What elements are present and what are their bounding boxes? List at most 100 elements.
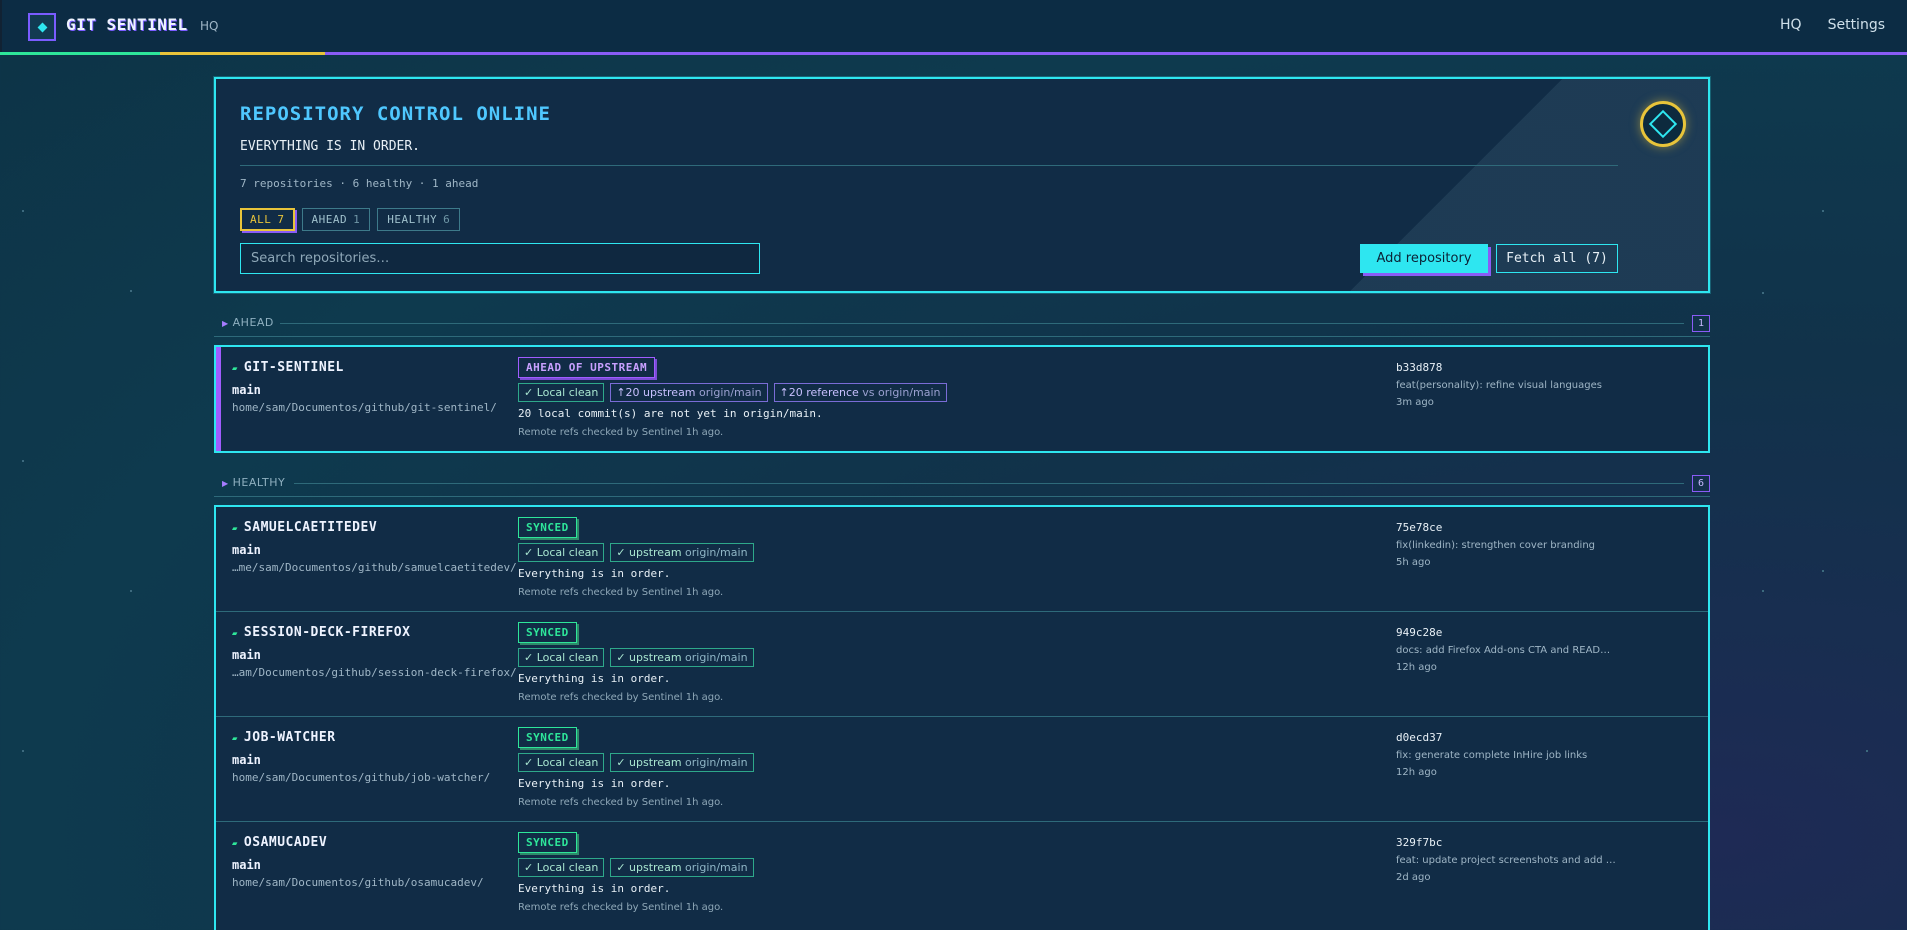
repo-name: ▰ SAMUELCAETITEDEV: [232, 520, 378, 535]
reference-tag: ↑20 reference vs origin/main: [773, 383, 947, 402]
background-dot: [1822, 570, 1824, 572]
upstream-tag: ✓ upstream origin/main: [610, 648, 754, 667]
last-commit: 329f7bc feat: update project screenshots…: [1396, 836, 1626, 883]
filter-ahead-chip[interactable]: AHEAD 1: [301, 208, 371, 231]
last-commit: 949c28e docs: add Firefox Add-ons CTA an…: [1396, 626, 1626, 673]
status-badge: SYNCED: [518, 832, 577, 853]
status-strip: [0, 52, 1907, 55]
repo-path: …me/sam/Documentos/github/samuelcaetited…: [232, 561, 517, 574]
filter-chips: ALL 7 AHEAD 1 HEALTHY 6: [240, 208, 461, 231]
section-count: 1: [1692, 315, 1710, 332]
repo-message: Everything is in order.: [518, 672, 671, 685]
commit-time: 12h ago: [1396, 662, 1437, 673]
remote-check-note: Remote refs checked by Sentinel 1h ago.: [518, 427, 724, 438]
collapse-triangle-icon: ▶: [222, 319, 229, 328]
background-dot: [22, 210, 24, 212]
repo-stats: 7 repositories · 6 healthy · 1 ahead: [240, 177, 479, 190]
background-dot: [1762, 590, 1764, 592]
local-clean-tag: ✓ Local clean: [518, 383, 605, 402]
remote-check-note: Remote refs checked by Sentinel 1h ago.: [518, 692, 724, 703]
repo-tags: ✓ Local clean ✓ upstream origin/main: [518, 648, 754, 667]
last-commit: 75e78ce fix(linkedin): strengthen cover …: [1396, 521, 1626, 568]
commit-message: feat(personality): refine visual languag…: [1396, 380, 1602, 391]
fetch-all-button[interactable]: Fetch all (7): [1496, 244, 1618, 273]
background-dot: [22, 750, 24, 752]
commit-sha: 329f7bc: [1396, 836, 1443, 849]
upstream-tag: ✓ upstream origin/main: [610, 753, 754, 772]
repo-card[interactable]: ▰ JOB-WATCHER main home/sam/Documentos/gi…: [216, 717, 1708, 822]
repo-tags: ✓ Local clean ✓ upstream origin/main: [518, 753, 754, 772]
status-badge: AHEAD OF UPSTREAM: [518, 357, 656, 378]
local-clean-tag: ✓ Local clean: [518, 543, 605, 562]
repo-tags: ✓ Local clean ✓ upstream origin/main: [518, 543, 754, 562]
logo-icon[interactable]: [28, 13, 56, 41]
commit-sha: 949c28e: [1396, 626, 1443, 639]
nav-settings-link[interactable]: Settings: [1828, 17, 1885, 33]
commit-message: fix: generate complete InHire job links: [1396, 750, 1588, 761]
leaf-icon: ▰: [232, 734, 238, 744]
repo-name: ▰ JOB-WATCHER: [232, 730, 336, 745]
commit-sha: d0ecd37: [1396, 731, 1443, 744]
brand-subtitle: HQ: [200, 19, 219, 33]
collapse-triangle-icon: ▶: [222, 479, 229, 488]
status-badge: SYNCED: [518, 622, 577, 643]
last-commit: d0ecd37 fix: generate complete InHire jo…: [1396, 731, 1626, 778]
section-header-ahead[interactable]: ▶ AHEAD 1: [214, 314, 1710, 332]
repo-branch: main: [232, 858, 261, 872]
repo-list-ahead: ▰ GIT-SENTINEL main home/sam/Documentos/g…: [214, 345, 1710, 453]
repo-message: 20 local commit(s) are not yet in origin…: [518, 407, 823, 420]
repo-tags: ✓ Local clean ↑20 upstream origin/main ↑…: [518, 383, 947, 402]
local-clean-tag: ✓ Local clean: [518, 753, 605, 772]
remote-check-note: Remote refs checked by Sentinel 1h ago.: [518, 797, 724, 808]
repo-tags: ✓ Local clean ✓ upstream origin/main: [518, 858, 754, 877]
repo-card[interactable]: ▰ OSAMUCADEV main home/sam/Documentos/git…: [216, 822, 1708, 927]
upstream-tag: ✓ upstream origin/main: [610, 858, 754, 877]
top-navbar: GIT SENTINEL HQ HQ Settings: [0, 0, 1907, 52]
commit-message: fix(linkedin): strengthen cover branding: [1396, 540, 1596, 551]
background-dot: [22, 460, 24, 462]
repo-list-healthy: ▰ SAMUELCAETITEDEV main …me/sam/Documento…: [214, 505, 1710, 930]
commit-time: 2d ago: [1396, 872, 1431, 883]
repo-path: home/sam/Documentos/github/job-watcher/: [232, 771, 491, 784]
status-badge: SYNCED: [518, 517, 577, 538]
local-clean-tag: ✓ Local clean: [518, 648, 605, 667]
repo-message: Everything is in order.: [518, 777, 671, 790]
background-dot: [1822, 210, 1824, 212]
nav-hq-link[interactable]: HQ: [1780, 17, 1802, 33]
repo-branch: main: [232, 753, 261, 767]
filter-healthy-chip[interactable]: HEALTHY 6: [377, 208, 461, 231]
repo-path: …am/Documentos/github/session-deck-firef…: [232, 666, 517, 679]
commit-sha: b33d878: [1396, 361, 1443, 374]
remote-check-note: Remote refs checked by Sentinel 1h ago.: [518, 902, 724, 913]
section-count: 6: [1692, 475, 1710, 492]
control-panel: REPOSITORY CONTROL ONLINE EVERYTHING IS …: [214, 77, 1710, 293]
repo-name: ▰ GIT-SENTINEL: [232, 360, 344, 375]
repo-branch: main: [232, 543, 261, 557]
page-title: REPOSITORY CONTROL ONLINE: [240, 103, 551, 125]
repo-card[interactable]: ▰ GIT-SENTINEL main home/sam/Documentos/g…: [216, 347, 1708, 451]
search-input[interactable]: Search repositories…: [240, 243, 760, 274]
leaf-icon: ▰: [232, 524, 238, 534]
last-commit: b33d878 feat(personality): refine visual…: [1396, 361, 1626, 408]
brand-title[interactable]: GIT SENTINEL: [66, 15, 188, 34]
add-repository-button[interactable]: Add repository: [1360, 244, 1488, 273]
local-clean-tag: ✓ Local clean: [518, 858, 605, 877]
upstream-tag: ↑20 upstream origin/main: [610, 383, 768, 402]
repo-message: Everything is in order.: [518, 567, 671, 580]
repo-branch: main: [232, 648, 261, 662]
remote-check-note: Remote refs checked by Sentinel 1h ago.: [518, 587, 724, 598]
repo-card[interactable]: ▰ SAMUELCAETITEDEV main …me/sam/Documento…: [216, 507, 1708, 612]
commit-message: docs: add Firefox Add-ons CTA and READ…: [1396, 645, 1611, 656]
commit-time: 3m ago: [1396, 397, 1434, 408]
background-dot: [1866, 750, 1868, 752]
page-subtitle: EVERYTHING IS IN ORDER.: [240, 139, 421, 154]
commit-sha: 75e78ce: [1396, 521, 1443, 534]
repo-message: Everything is in order.: [518, 882, 671, 895]
leaf-icon: ▰: [232, 629, 238, 639]
repo-path: home/sam/Documentos/github/osamucadev/: [232, 876, 484, 889]
filter-all-chip[interactable]: ALL 7: [240, 208, 295, 231]
repo-name: ▰ OSAMUCADEV: [232, 835, 328, 850]
repo-card[interactable]: ▰ SESSION-DECK-FIREFOX main …am/Documento…: [216, 612, 1708, 717]
commit-time: 5h ago: [1396, 557, 1431, 568]
section-header-healthy[interactable]: ▶ HEALTHY 6: [214, 474, 1710, 492]
